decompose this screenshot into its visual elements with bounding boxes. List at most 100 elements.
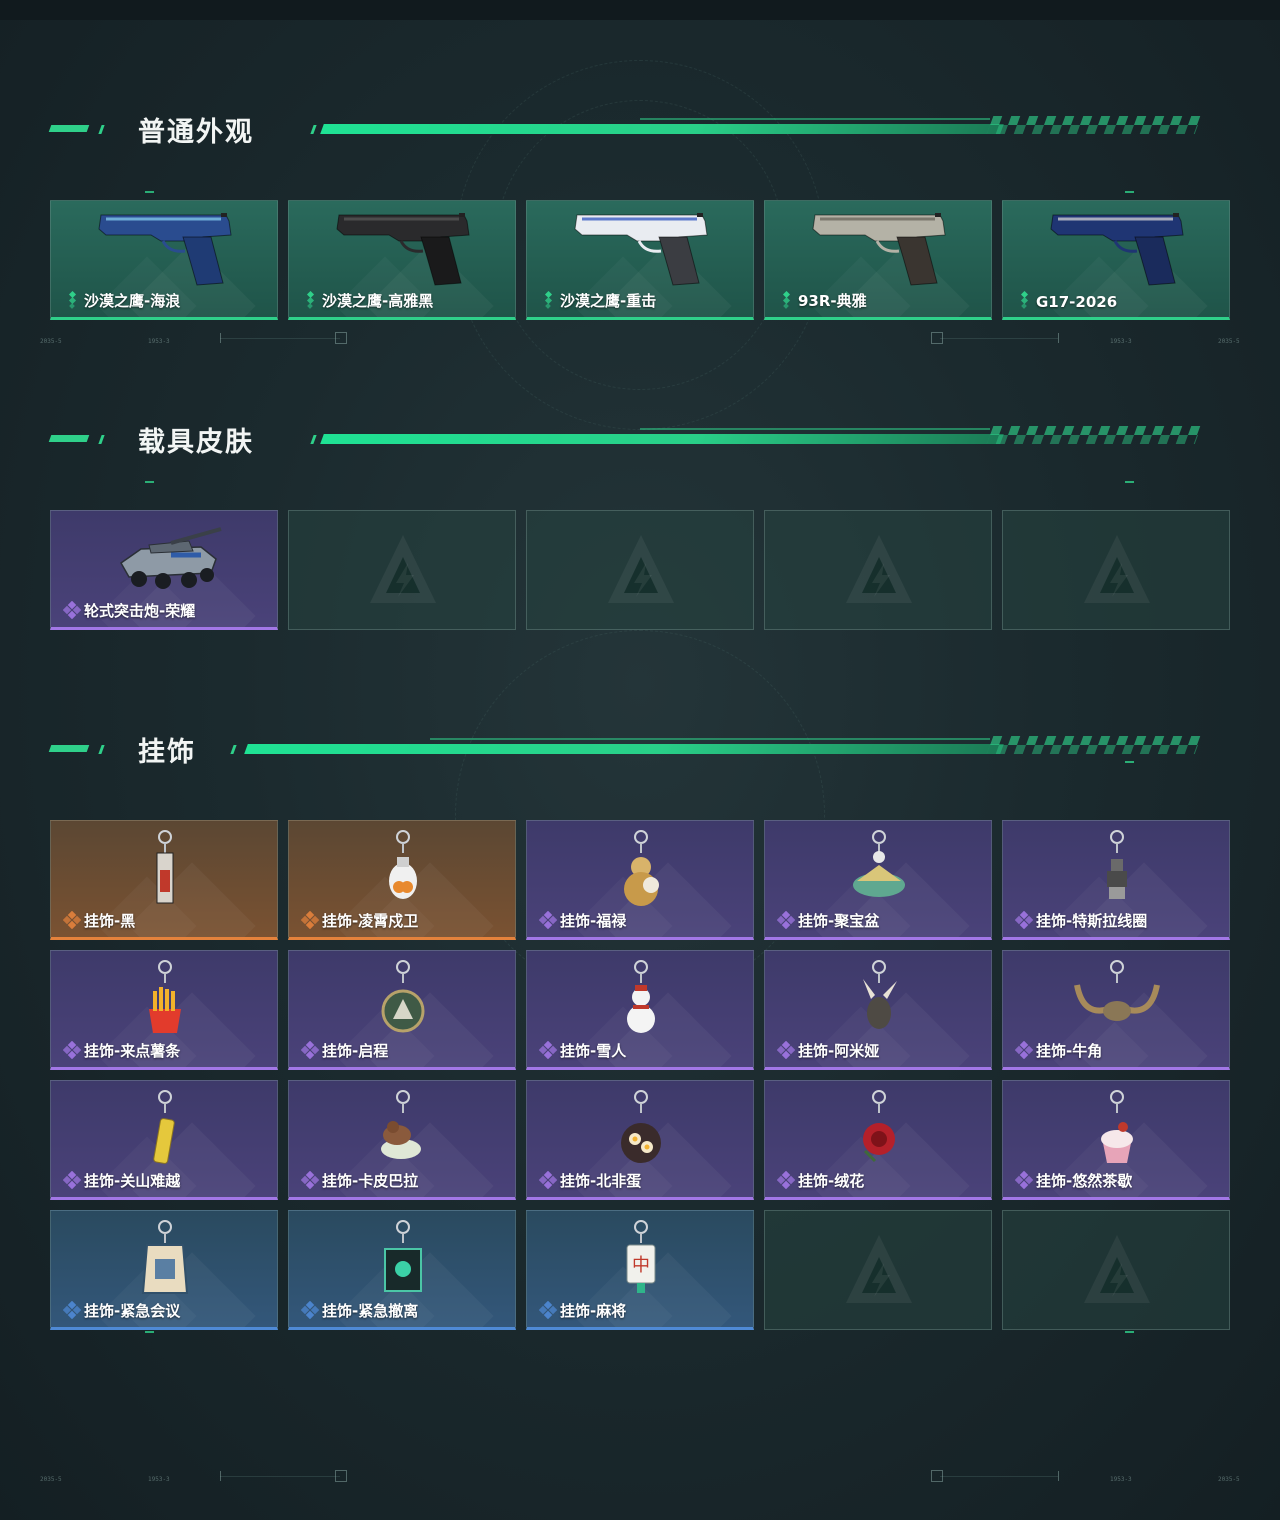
charm-shakshuka-icon xyxy=(527,1085,753,1173)
item-card[interactable]: 挂饰-卡皮巴拉 xyxy=(288,1080,516,1200)
bg-micro-text: 2035-5 xyxy=(1218,1476,1240,1483)
bg-frame-square xyxy=(335,1470,347,1482)
placeholder-logo-icon xyxy=(844,1233,914,1308)
item-card[interactable]: 挂饰-紧急撤离 xyxy=(288,1210,516,1330)
charm-capybara-icon xyxy=(289,1085,515,1173)
item-card[interactable]: 沙漠之鹰-高雅黑 xyxy=(288,200,516,320)
header-accent xyxy=(48,435,90,442)
item-card[interactable]: 轮式突击炮-荣耀 xyxy=(50,510,278,630)
item-card[interactable]: 沙漠之鹰-海浪 xyxy=(50,200,278,320)
header-accent xyxy=(310,435,317,444)
section-title: 普通外观 xyxy=(138,117,254,148)
pistol-g17-icon xyxy=(1003,205,1229,293)
header-line xyxy=(430,738,990,740)
rarity-green-icon xyxy=(63,290,81,309)
corner-mark xyxy=(1125,191,1134,193)
section-title: 挂饰 xyxy=(138,737,196,768)
bg-divider-line xyxy=(220,1476,340,1477)
charm-horns-icon xyxy=(1003,955,1229,1043)
header-accent xyxy=(98,745,105,754)
item-card[interactable]: 93R-典雅 xyxy=(764,200,992,320)
rarity-purple-icon xyxy=(538,910,558,930)
item-card[interactable]: 挂饰-凌霄戍卫 xyxy=(288,820,516,940)
header-bar xyxy=(244,744,1004,754)
armored-vehicle-icon xyxy=(51,515,277,603)
charm-medal-icon xyxy=(289,955,515,1043)
item-card[interactable]: 挂饰-福禄 xyxy=(526,820,754,940)
corner-mark xyxy=(1125,481,1134,483)
item-name: 沙漠之鹰-高雅黑 xyxy=(322,292,434,310)
item-name: 轮式突击炮-荣耀 xyxy=(84,602,196,620)
bg-micro-text: 1953-3 xyxy=(1110,1476,1132,1483)
item-card[interactable]: 挂饰-黑 xyxy=(50,820,278,940)
item-card[interactable]: 沙漠之鹰-重击 xyxy=(526,200,754,320)
bg-frame-square xyxy=(931,332,943,344)
placeholder-logo-icon xyxy=(606,533,676,608)
header-bar xyxy=(320,124,1004,134)
svg-text:中: 中 xyxy=(632,1255,650,1276)
rarity-purple-icon xyxy=(538,1040,558,1060)
item-card[interactable]: 挂饰-来点薯条 xyxy=(50,950,278,1070)
header-accent xyxy=(98,125,105,134)
rarity-purple-icon xyxy=(62,1040,82,1060)
bg-tick xyxy=(220,333,221,343)
item-card[interactable]: 挂饰-绒花 xyxy=(764,1080,992,1200)
item-card[interactable]: 挂饰-紧急会议 xyxy=(50,1210,278,1330)
rarity-green-icon xyxy=(1015,290,1033,309)
corner-mark xyxy=(145,191,154,193)
header-line xyxy=(640,118,990,120)
top-bar xyxy=(0,0,1280,20)
item-card[interactable]: 挂饰-阿米娅 xyxy=(764,950,992,1070)
item-name: 沙漠之鹰-重击 xyxy=(560,292,657,310)
bg-tick xyxy=(220,1471,221,1481)
item-card[interactable]: 挂饰-关山难越 xyxy=(50,1080,278,1200)
rarity-blue-icon xyxy=(538,1300,558,1320)
header-accent xyxy=(230,745,237,754)
rarity-purple-icon xyxy=(300,1040,320,1060)
bg-micro-text: 2035-5 xyxy=(1218,338,1240,345)
rarity-blue-icon xyxy=(62,1300,82,1320)
empty-slot xyxy=(1002,510,1230,630)
rarity-purple-icon xyxy=(776,1040,796,1060)
item-name: 挂饰-来点薯条 xyxy=(84,1042,181,1060)
item-card[interactable]: 挂饰-北非蛋 xyxy=(526,1080,754,1200)
rarity-green-icon xyxy=(777,290,795,309)
pistol-deagle-blue-icon xyxy=(51,205,277,293)
item-card[interactable]: 挂饰-特斯拉线圈 xyxy=(1002,820,1230,940)
charm-guard-icon xyxy=(289,825,515,913)
item-name: 挂饰-北非蛋 xyxy=(560,1172,642,1190)
item-card[interactable]: 中挂饰-麻将 xyxy=(526,1210,754,1330)
header-accent xyxy=(48,745,90,752)
rarity-purple-icon xyxy=(300,1170,320,1190)
item-card[interactable]: G17-2026 xyxy=(1002,200,1230,320)
header-checker xyxy=(986,426,1202,444)
charm-flower-icon xyxy=(765,1085,991,1173)
item-name: 挂饰-福禄 xyxy=(560,912,627,930)
pistol-deagle-white-icon xyxy=(527,205,753,293)
bg-tick xyxy=(1058,1471,1059,1481)
empty-slot xyxy=(526,510,754,630)
charm-tesla-coil-icon xyxy=(1003,825,1229,913)
item-card[interactable]: 挂饰-启程 xyxy=(288,950,516,1070)
item-name: 挂饰-麻将 xyxy=(560,1302,627,1320)
pistol-deagle-black-icon xyxy=(289,205,515,293)
charm-fries-icon xyxy=(51,955,277,1043)
item-card[interactable]: 挂饰-聚宝盆 xyxy=(764,820,992,940)
placeholder-logo-icon xyxy=(1082,1233,1152,1308)
empty-slot xyxy=(1002,1210,1230,1330)
item-name: G17-2026 xyxy=(1036,293,1118,311)
empty-slot xyxy=(764,1210,992,1330)
section-header-charms: 挂饰 xyxy=(0,728,1280,768)
rarity-purple-icon xyxy=(62,600,82,620)
pistol-93r-icon xyxy=(765,205,991,293)
rarity-purple-icon xyxy=(1014,1040,1034,1060)
rarity-green-icon xyxy=(539,290,557,309)
item-card[interactable]: 挂饰-牛角 xyxy=(1002,950,1230,1070)
item-card[interactable]: 挂饰-悠然茶歇 xyxy=(1002,1080,1230,1200)
rarity-orange-icon xyxy=(300,910,320,930)
empty-slot xyxy=(288,510,516,630)
item-name: 沙漠之鹰-海浪 xyxy=(84,292,181,310)
item-name: 挂饰-牛角 xyxy=(1036,1042,1103,1060)
bg-frame-square xyxy=(931,1470,943,1482)
item-card[interactable]: 挂饰-雪人 xyxy=(526,950,754,1070)
